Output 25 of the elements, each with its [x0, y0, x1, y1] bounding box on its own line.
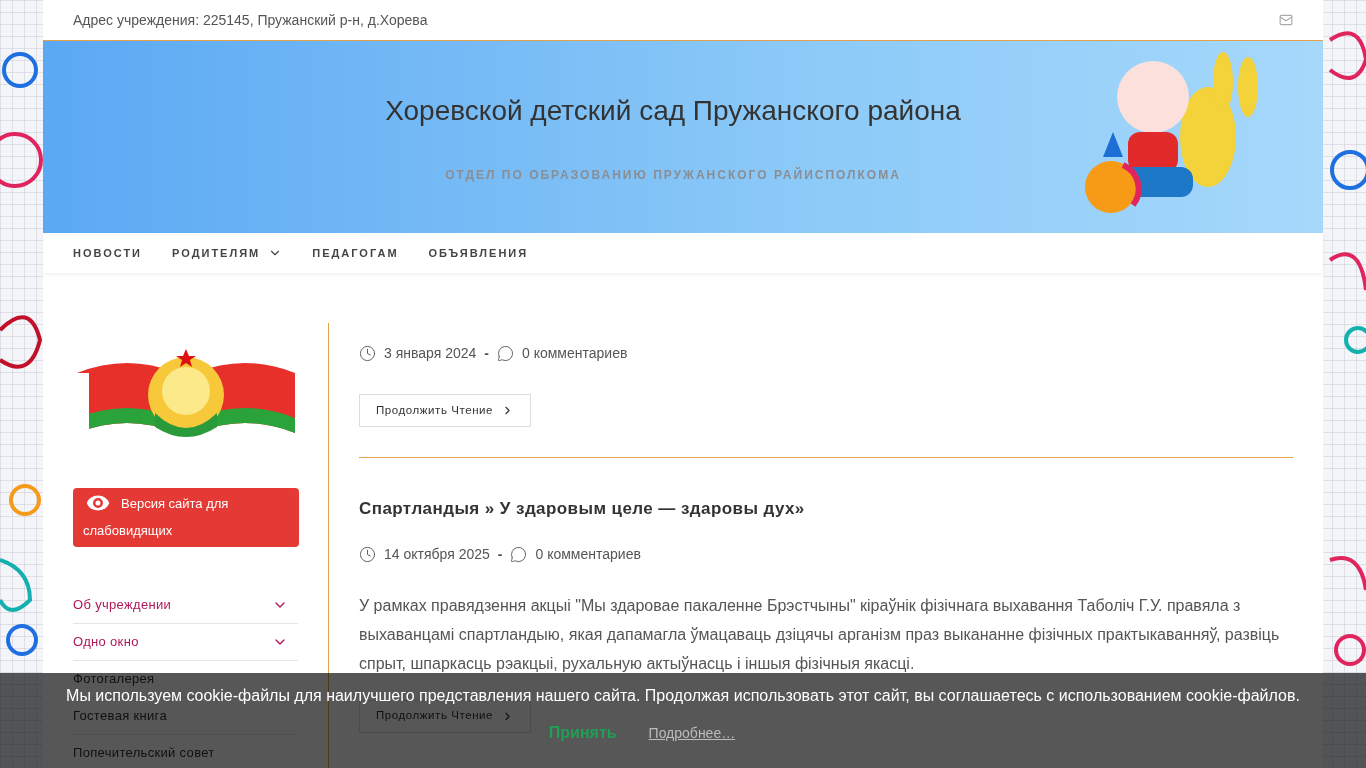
comment-icon — [497, 345, 514, 362]
clock-icon — [359, 545, 376, 563]
mail-icon[interactable] — [1279, 13, 1293, 27]
nav-link[interactable]: ОБЪЯВЛЕНИЯ — [428, 244, 529, 262]
comments-link[interactable]: 0 комментариев — [535, 543, 641, 565]
comments-link[interactable]: 0 комментариев — [522, 343, 628, 364]
sidebar-item[interactable]: Об учреждении — [73, 596, 298, 613]
site-title[interactable]: Хоревской детский сад Пружанского района — [385, 90, 961, 132]
meta-separator: - — [484, 344, 489, 363]
read-more-button[interactable]: Продолжить Чтение — [359, 394, 532, 427]
sidebar-item[interactable]: Одно окно — [73, 633, 298, 650]
nav-link[interactable]: ПЕДАГОГАМ — [312, 244, 399, 262]
accessibility-button[interactable]: Версия сайта для слабовидящих — [73, 488, 299, 547]
comment-icon — [510, 545, 528, 563]
post-excerpt: У рамках правядзення акцыі "Мы здаровае пакаленне Брэстчыны" кіраўнік фізічнага выхавання Таболіч Г.У. правяла з выхаванцамі спартландыю, якая дапамагла ўмацаваць дзіцячы арганізм праз выкананне фізічных практыкаванняў, развіць спрыт, шпаркасць рэакцыі, рухальную актыўнасць і іншыя фізічныя якасці. — [359, 595, 1281, 674]
post-date: 14 октября 2025 — [384, 544, 490, 564]
clock-icon — [359, 345, 376, 362]
nav-link[interactable]: РОДИТЕЛЯМ — [172, 244, 283, 262]
meta-separator: - — [497, 544, 503, 564]
nav-link[interactable]: НОВОСТИ — [73, 244, 143, 262]
site-subtitle: ОТДЕЛ ПО ОБРАЗОВАНИЮ ПРУЖАНСКОГО РАЙИСПОЛКОМА — [445, 166, 901, 184]
more-link[interactable]: Подробнее… — [648, 722, 736, 744]
post-title[interactable]: Спартландыя » У здаровым целе — здаровы дух» — [359, 496, 1293, 522]
address-text: Адрес учреждения: 225145, Пружанский р-н, д.Хорева — [73, 10, 428, 30]
post-date: 3 января 2024 — [384, 344, 477, 363]
